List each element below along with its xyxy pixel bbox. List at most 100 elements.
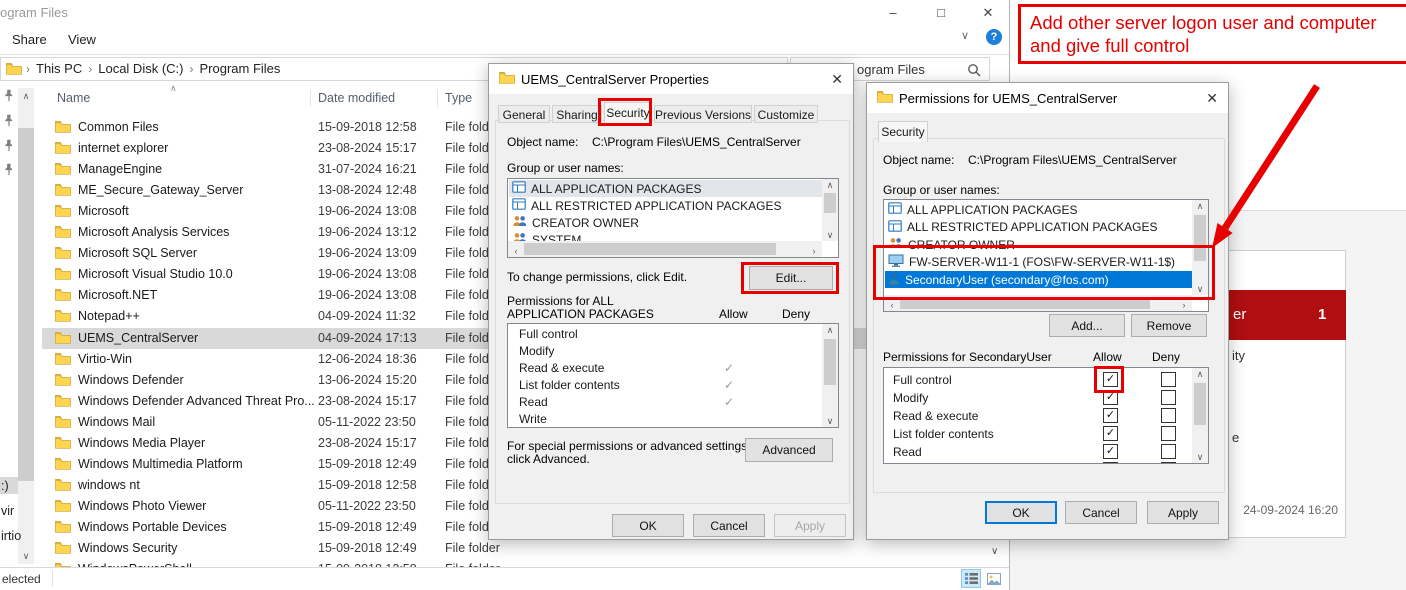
- ribbon-tab-share[interactable]: Share: [12, 32, 47, 47]
- deny-checkbox[interactable]: [1161, 372, 1176, 387]
- dialog-title: Permissions for UEMS_CentralServer: [899, 91, 1117, 106]
- vertical-scrollbar[interactable]: ∧ ∨: [1192, 368, 1208, 463]
- ribbon-collapse-icon[interactable]: ∨: [961, 29, 969, 42]
- scrollbar-thumb[interactable]: [824, 339, 836, 385]
- tab-security[interactable]: Security: [878, 121, 928, 142]
- vertical-scrollbar[interactable]: ∧ ∨: [822, 179, 838, 241]
- scrollbar-thumb[interactable]: [1194, 383, 1206, 425]
- permission-list[interactable]: Full controlModifyRead & execute✓List fo…: [507, 323, 839, 428]
- file-name: Windows Multimedia Platform: [78, 457, 243, 471]
- folder-icon: [55, 457, 71, 473]
- nav-scrollbar[interactable]: ∧ ∨: [18, 88, 34, 564]
- permission-name: Modify: [519, 344, 554, 358]
- allow-checkbox[interactable]: ✓: [1103, 408, 1118, 423]
- permission-name: Read & execute: [893, 409, 978, 423]
- file-row[interactable]: WindowsPowerShell15-09-2018 12:58File fo…: [42, 559, 988, 567]
- scroll-up-icon[interactable]: ∧: [822, 178, 838, 193]
- nav-item-fragment[interactable]: vir: [1, 504, 14, 518]
- allow-checkbox[interactable]: ✓: [1103, 426, 1118, 441]
- help-icon[interactable]: ?: [986, 29, 1002, 45]
- divider: [52, 571, 53, 587]
- breadcrumb-item[interactable]: Program Files: [199, 61, 280, 76]
- advanced-button[interactable]: Advanced: [745, 438, 833, 462]
- allow-column-label: Allow: [1093, 350, 1122, 364]
- permission-row: Read & execute✓: [509, 361, 819, 378]
- scroll-down-icon[interactable]: ∨: [1192, 449, 1208, 464]
- folder-icon: [55, 436, 71, 452]
- breadcrumb-item[interactable]: This PC: [36, 61, 82, 76]
- scroll-down-icon[interactable]: ∨: [18, 548, 34, 564]
- maximize-button[interactable]: □: [926, 4, 956, 22]
- apply-button[interactable]: Apply: [1147, 501, 1219, 524]
- tab-general[interactable]: General: [498, 105, 550, 123]
- ok-button[interactable]: OK: [985, 501, 1057, 524]
- deny-checkbox[interactable]: [1161, 390, 1176, 405]
- groups-label: Group or user names:: [883, 183, 1000, 197]
- scroll-right-icon[interactable]: ›: [806, 243, 822, 258]
- group-list-item[interactable]: CREATOR OWNER: [509, 214, 824, 231]
- permission-row: Read & execute ✓: [885, 408, 1193, 426]
- scroll-up-icon[interactable]: ∧: [18, 88, 34, 104]
- scrollbar-thumb[interactable]: [524, 243, 776, 255]
- scroll-up-icon[interactable]: ∧: [822, 323, 838, 338]
- app-packages-icon: [888, 220, 902, 235]
- file-date-modified: 13-08-2024 12:48: [318, 183, 417, 197]
- file-name: Windows Defender: [78, 373, 184, 387]
- ribbon-tab-view[interactable]: View: [68, 32, 96, 47]
- permission-row: List folder contents✓: [509, 378, 819, 395]
- file-date-modified: 15-09-2018 12:58: [318, 120, 417, 134]
- group-list-item[interactable]: ALL APPLICATION PACKAGES: [885, 201, 1194, 218]
- group-list-item[interactable]: ALL RESTRICTED APPLICATION PACKAGES: [885, 219, 1194, 236]
- allow-checkbox[interactable]: [1103, 462, 1118, 464]
- column-header-date[interactable]: Date modified: [318, 91, 395, 105]
- scroll-down-icon[interactable]: ∨: [822, 227, 838, 243]
- scroll-up-icon[interactable]: ∧: [1192, 367, 1208, 382]
- object-name-label: Object name:: [883, 153, 954, 167]
- close-icon[interactable]: ✕: [831, 71, 843, 88]
- allow-checkbox[interactable]: ✓: [1103, 444, 1118, 459]
- folder-icon: [55, 183, 71, 199]
- group-list-item[interactable]: ALL RESTRICTED APPLICATION PACKAGES: [509, 197, 824, 214]
- cancel-button[interactable]: Cancel: [1065, 501, 1137, 524]
- file-name: Windows Security: [78, 541, 177, 555]
- cancel-button[interactable]: Cancel: [693, 514, 765, 537]
- annotation-line: and give full control: [1030, 34, 1402, 57]
- file-row[interactable]: Windows Security15-09-2018 12:49File fol…: [42, 538, 988, 559]
- tab-sharing[interactable]: Sharing: [552, 105, 602, 123]
- scrollbar-thumb[interactable]: [824, 193, 836, 213]
- permission-list[interactable]: Full control✓Modify✓Read & execute✓List …: [883, 367, 1209, 464]
- file-name: Virtio-Win: [78, 352, 132, 366]
- column-header-type[interactable]: Type: [445, 91, 472, 105]
- folder-icon: [499, 71, 515, 87]
- breadcrumb-item[interactable]: Local Disk (C:): [98, 61, 183, 76]
- close-button[interactable]: ✕: [973, 4, 1003, 22]
- deny-checkbox[interactable]: [1161, 462, 1176, 464]
- folder-icon: [55, 520, 71, 536]
- permission-name: List folder contents: [519, 378, 620, 392]
- nav-item-fragment[interactable]: :): [1, 479, 9, 493]
- scroll-left-icon[interactable]: ‹: [508, 243, 524, 258]
- remove-button[interactable]: Remove: [1131, 314, 1207, 337]
- card-timestamp: 24-09-2024 16:20: [1216, 503, 1338, 517]
- deny-checkbox[interactable]: [1161, 426, 1176, 441]
- tab-previous-versions[interactable]: Previous Versions: [654, 105, 752, 123]
- nav-item-fragment[interactable]: irtio: [1, 529, 21, 543]
- group-list[interactable]: ALL APPLICATION PACKAGESALL RESTRICTED A…: [507, 178, 839, 258]
- scroll-down-icon[interactable]: ∨: [822, 413, 838, 428]
- minimize-button[interactable]: –: [878, 4, 908, 22]
- vertical-scrollbar[interactable]: ∧ ∨: [822, 324, 838, 427]
- object-name-label: Object name:: [507, 135, 578, 149]
- group-list-item[interactable]: ALL APPLICATION PACKAGES: [509, 180, 824, 197]
- permission-row: Write: [509, 412, 819, 428]
- details-view-button[interactable]: [961, 569, 981, 588]
- list-scroll-down-icon[interactable]: ∨: [991, 546, 998, 557]
- tab-customize[interactable]: Customize: [754, 105, 818, 123]
- scrollbar-thumb[interactable]: [18, 128, 34, 481]
- deny-checkbox[interactable]: [1161, 444, 1176, 459]
- horizontal-scrollbar[interactable]: ‹ ›: [508, 241, 822, 257]
- add-button[interactable]: Add...: [1049, 314, 1125, 337]
- deny-checkbox[interactable]: [1161, 408, 1176, 423]
- ok-button[interactable]: OK: [612, 514, 684, 537]
- thumbnail-view-button[interactable]: [984, 569, 1004, 588]
- column-header-name[interactable]: Name: [57, 91, 90, 105]
